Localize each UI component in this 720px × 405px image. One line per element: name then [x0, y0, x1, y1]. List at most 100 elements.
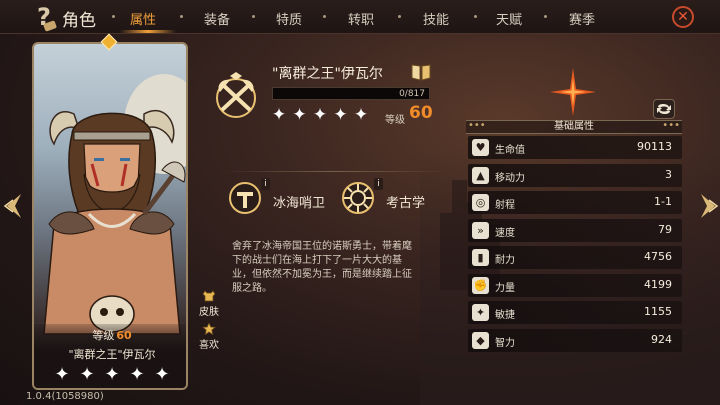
help-icon[interactable]: ?: [30, 3, 58, 31]
tab-separator-dot: [474, 15, 477, 18]
top-bar: ? 角色 属性 装备 特质 转职 技能 天赋 赛季 ✕: [0, 0, 720, 34]
stat-row-hp[interactable]: ♥ 生命值 90113: [468, 136, 682, 159]
skill-info-icon[interactable]: i: [261, 178, 270, 190]
stat-row-intellect[interactable]: ◆ 智力 924: [468, 328, 682, 352]
tab-class-change[interactable]: 转职: [348, 9, 374, 28]
hero-card-level: 等级 60: [34, 327, 186, 343]
boot-icon: ▲: [472, 166, 489, 184]
stat-row-movement[interactable]: ▲ 移动力 3: [468, 163, 682, 187]
stat-label: 智力: [495, 337, 515, 349]
tab-skills[interactable]: 技能: [423, 9, 449, 28]
previous-hero-arrow-icon[interactable]: [2, 192, 24, 220]
stat-row-agility[interactable]: ✦ 敏捷 1155: [468, 301, 682, 324]
level-value: 60: [409, 103, 433, 123]
skin-label: 皮肤: [199, 307, 219, 318]
book-icon[interactable]: [411, 63, 431, 81]
page-title: 角色: [62, 11, 96, 31]
stat-label: 敏捷: [495, 310, 515, 321]
version-text: 1.0.4(1058980): [26, 391, 104, 402]
tab-season[interactable]: 赛季: [569, 9, 595, 28]
skin-icon: [202, 290, 216, 302]
stat-label: 耐力: [495, 255, 515, 266]
star-icon: ✦: [353, 105, 369, 125]
stat-value: 1155: [644, 305, 672, 318]
agility-icon: ✦: [472, 304, 489, 321]
like-label: 喜欢: [199, 340, 219, 351]
strength-icon: ✊: [472, 276, 489, 294]
swap-stats-button[interactable]: [653, 99, 675, 119]
tab-separator-dot: [112, 15, 115, 18]
stat-row-speed[interactable]: » 速度 79: [468, 218, 682, 242]
level-label: 等级: [385, 115, 405, 126]
compass-star-icon: [550, 68, 596, 116]
hero-stars: ✦ ✦ ✦ ✦ ✦: [270, 106, 370, 126]
star-icon: ✦: [292, 105, 307, 125]
heart-icon: ♥: [472, 139, 489, 156]
hero-card-level-label: 等级: [92, 329, 115, 342]
tab-separator-dot: [323, 15, 326, 18]
skill-label-archaeology: 考古学: [386, 196, 426, 211]
archaeology-skill-icon[interactable]: [340, 180, 376, 216]
swap-icon: [657, 104, 671, 114]
experience-text: 0/817: [399, 89, 425, 99]
star-icon: ✦: [104, 364, 120, 385]
stat-value: 79: [658, 222, 672, 236]
stat-value: 4756: [644, 250, 672, 263]
star-icon: ✦: [54, 364, 70, 385]
class-axe-emblem-icon: [216, 72, 256, 118]
tab-bar: 属性 装备 特质 转职 技能 天赋 赛季: [112, 0, 638, 34]
experience-bar: 0/817: [272, 87, 430, 100]
tab-attributes[interactable]: 属性: [130, 9, 156, 28]
stat-row-strength[interactable]: ✊ 力量 4199: [468, 273, 682, 297]
hero-description: 舍弃了冰海帝国王位的诺斯勇士，带着麾下的战士们在海上打下了一片大大的基业，但依然…: [232, 241, 412, 294]
stat-value: 90113: [637, 140, 672, 153]
stats-list: ♥ 生命值 90113 ▲ 移动力 3 ◎ 射程 1-1 » 速度 79 ▮ 耐…: [468, 136, 682, 356]
skill-info-icon[interactable]: i: [374, 178, 383, 190]
hero-portrait: [43, 109, 186, 335]
section-divider: [222, 171, 447, 172]
tab-equipment[interactable]: 装备: [204, 9, 230, 28]
stat-value: 924: [651, 332, 672, 346]
tab-separator-dot: [398, 15, 401, 18]
header-dots-icon: •••: [468, 120, 486, 131]
speed-icon: »: [472, 221, 489, 239]
tab-traits[interactable]: 特质: [276, 9, 302, 28]
skill-label-ice-sea-sentinel: 冰海哨卫: [273, 196, 326, 211]
star-icon: ✦: [79, 364, 95, 385]
close-button[interactable]: ✕: [672, 6, 694, 28]
active-tab-indicator: [120, 30, 176, 33]
star-icon: ✦: [333, 105, 348, 125]
tab-talents[interactable]: 天赋: [496, 9, 522, 28]
stats-header: ••• 基础属性 •••: [466, 120, 682, 134]
skin-button[interactable]: 皮肤: [195, 290, 223, 318]
stat-label: 移动力: [495, 172, 525, 184]
like-star-icon: [202, 323, 216, 335]
stat-row-stamina[interactable]: ▮ 耐力 4756: [468, 246, 682, 269]
like-button[interactable]: 喜欢: [195, 323, 223, 351]
stat-label: 力量: [495, 282, 515, 294]
target-icon: ◎: [472, 194, 489, 211]
intellect-icon: ◆: [472, 331, 489, 349]
star-icon: ✦: [154, 364, 170, 385]
tab-separator-dot: [544, 15, 547, 18]
header-dots-icon: •••: [662, 120, 680, 131]
stat-row-range[interactable]: ◎ 射程 1-1: [468, 191, 682, 214]
star-icon: ✦: [271, 105, 287, 125]
tab-separator-dot: [180, 15, 183, 18]
stats-header-label: 基础属性: [554, 121, 594, 132]
hero-card-level-value: 60: [116, 329, 132, 342]
hero-card-name: "离群之王"伊瓦尔: [68, 348, 156, 361]
hero-portrait-card[interactable]: 等级 60 "离群之王"伊瓦尔 ✦ ✦ ✦ ✦ ✦: [32, 42, 188, 390]
next-hero-arrow-icon[interactable]: [698, 192, 720, 220]
stat-label: 速度: [495, 227, 515, 239]
stat-value: 1-1: [654, 195, 672, 208]
stat-value: 4199: [644, 277, 672, 291]
stat-label: 生命值: [495, 145, 525, 156]
stamina-icon: ▮: [472, 249, 489, 266]
tab-separator-dot: [252, 15, 255, 18]
stat-value: 3: [665, 167, 672, 181]
star-icon: ✦: [129, 364, 145, 385]
ice-sea-sentinel-skill-icon[interactable]: [227, 180, 263, 216]
stat-label: 射程: [495, 200, 515, 211]
star-icon: ✦: [312, 105, 328, 125]
